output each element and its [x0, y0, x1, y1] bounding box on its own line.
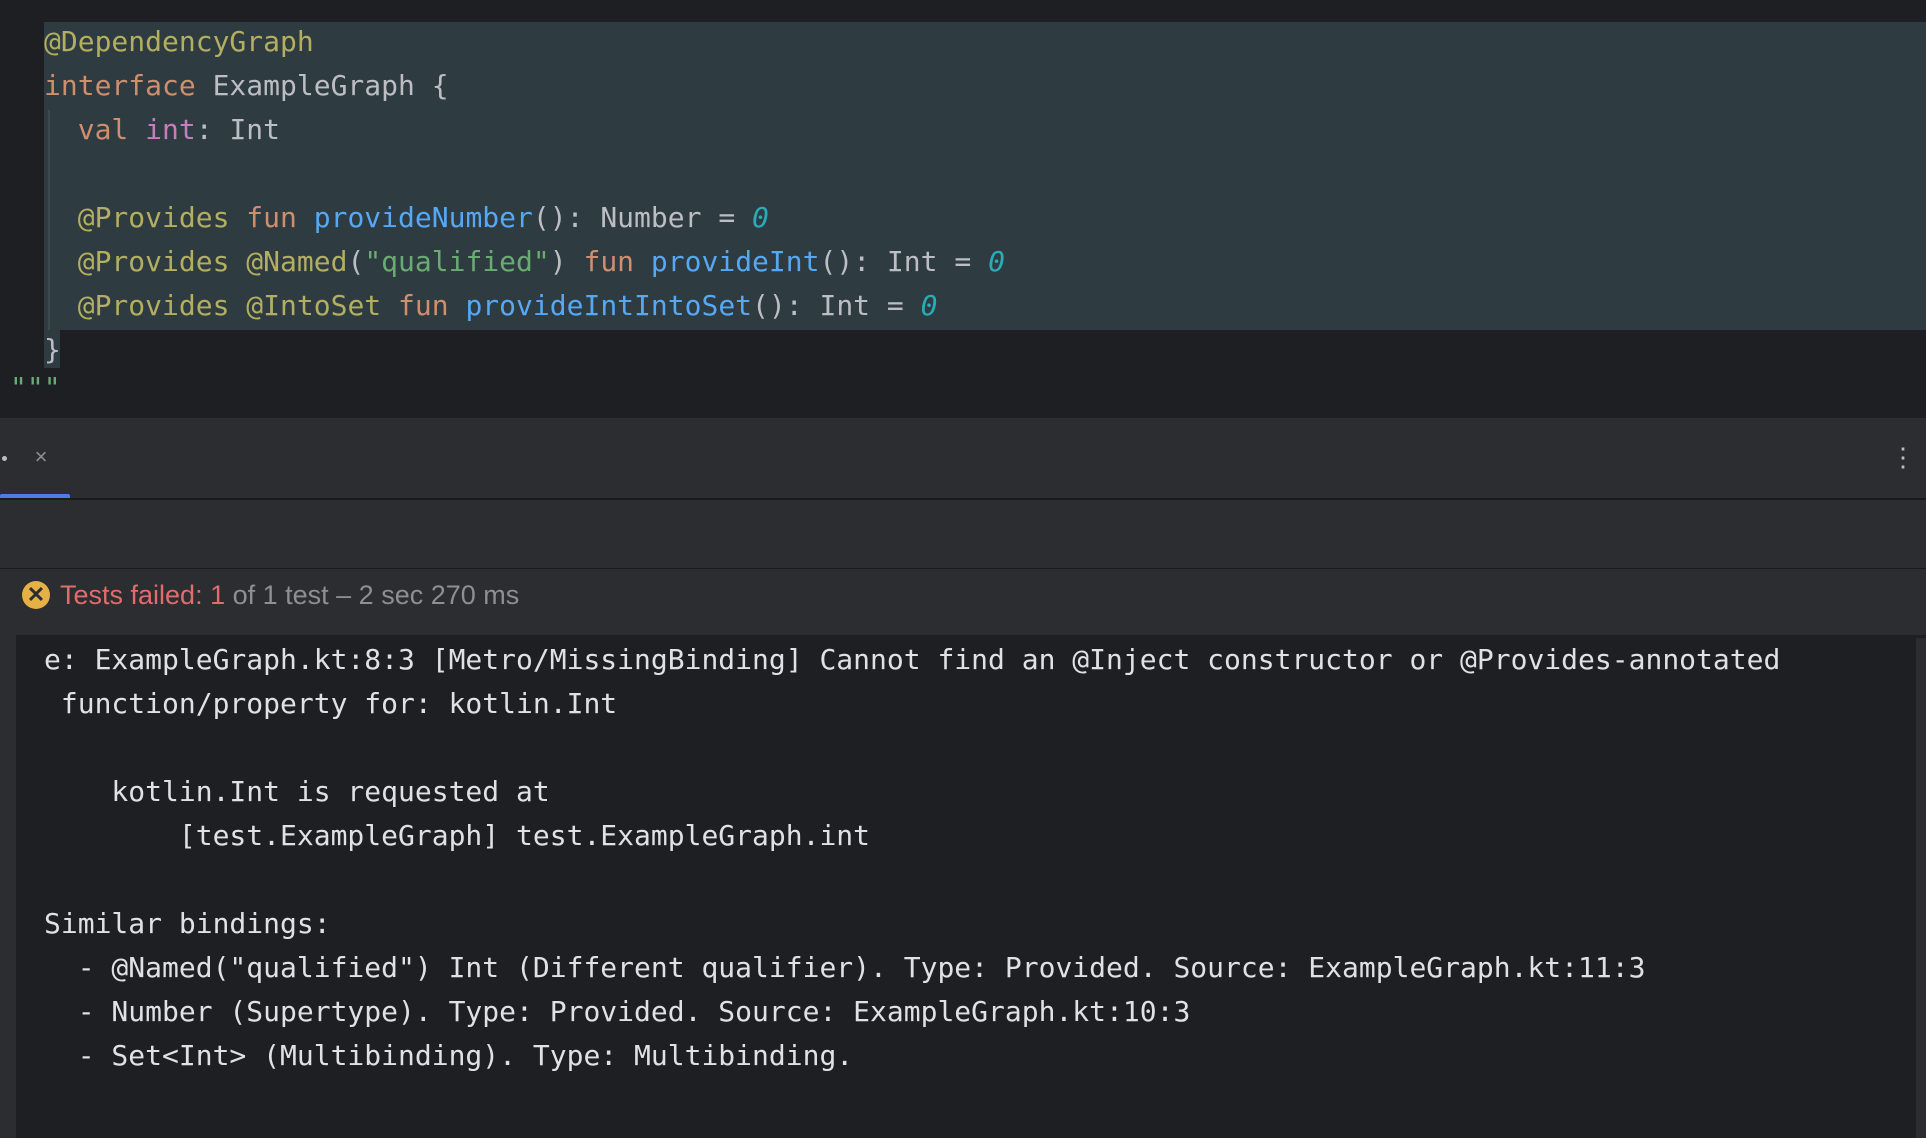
test-summary-label: of 1 test – 2 sec 270 ms — [225, 580, 520, 610]
code-token: @Provides — [77, 245, 230, 278]
code-token: 0 — [752, 201, 769, 234]
tree-panel-edge[interactable] — [0, 569, 16, 1138]
code-line[interactable]: val int: Int — [44, 108, 280, 152]
code-token: } — [44, 333, 61, 366]
code-token: @DependencyGraph — [44, 25, 314, 58]
console-line: kotlin.Int is requested at — [44, 775, 550, 808]
tab-title-fragment[interactable] — [2, 456, 7, 461]
code-token: ( — [347, 245, 365, 278]
test-failed-icon: ✕ — [22, 581, 50, 609]
code-token: ExampleGraph { — [195, 69, 449, 102]
code-token: int — [145, 113, 196, 146]
tests-failed-label: Tests failed: 1 — [60, 580, 226, 610]
console-line: Similar bindings: — [44, 907, 331, 940]
test-status-text: Tests failed: 1 of 1 test – 2 sec 270 ms — [60, 578, 519, 612]
more-options-icon[interactable]: ⋮ — [1890, 442, 1916, 472]
console-line: [test.ExampleGraph] test.ExampleGraph.in… — [44, 819, 871, 852]
code-token: "qualified" — [364, 245, 550, 278]
code-token: @Provides — [77, 289, 230, 322]
closing-quotes[interactable]: """ — [10, 366, 61, 410]
code-token: (): Int = — [752, 289, 921, 322]
code-token: @IntoSet — [246, 289, 382, 322]
code-token: 0 — [920, 289, 938, 322]
code-token: (): Int = — [819, 245, 989, 278]
code-token: @Named — [246, 245, 348, 278]
console-scrollbar[interactable] — [1916, 638, 1926, 1138]
code-token: provideNumber — [313, 201, 533, 234]
code-line[interactable]: @Provides @IntoSet fun provideIntIntoSet… — [44, 284, 938, 328]
console-line: - Set<Int> (Multibinding). Type: Multibi… — [44, 1039, 854, 1072]
code-token: : Int — [195, 113, 281, 146]
code-token: provideIntIntoSet — [465, 289, 753, 322]
code-line[interactable]: interface ExampleGraph { — [44, 64, 449, 108]
console-line: function/property for: kotlin.Int — [44, 687, 618, 720]
code-line[interactable]: @Provides fun provideNumber(): Number = … — [44, 196, 769, 240]
code-token: fun — [398, 289, 449, 322]
code-token: fun — [583, 245, 635, 278]
code-line[interactable]: @Provides @Named("qualified") fun provid… — [44, 240, 1005, 284]
code-token: 0 — [988, 245, 1005, 278]
close-tab-icon[interactable]: × — [30, 446, 52, 468]
tool-window-header — [0, 418, 1926, 499]
code-token: provideInt — [650, 245, 820, 278]
code-line[interactable]: @DependencyGraph — [44, 20, 314, 64]
code-token: interface — [44, 69, 196, 102]
code-token: (): Number = — [532, 201, 753, 234]
code-token: val — [77, 113, 129, 146]
run-toolbar — [0, 500, 1926, 569]
console-line: - @Named("qualified") Int (Different qua… — [44, 951, 1646, 984]
console-line: - Number (Supertype). Type: Provided. So… — [44, 995, 1191, 1028]
console-line: e: ExampleGraph.kt:8:3 [Metro/MissingBin… — [44, 643, 1781, 676]
code-editor[interactable]: @DependencyGraph interface ExampleGraph … — [0, 0, 1926, 418]
editor-top-strip — [0, 0, 1926, 22]
code-token: fun — [246, 201, 297, 234]
code-token: ) — [549, 245, 584, 278]
code-token: @Provides — [77, 201, 230, 234]
